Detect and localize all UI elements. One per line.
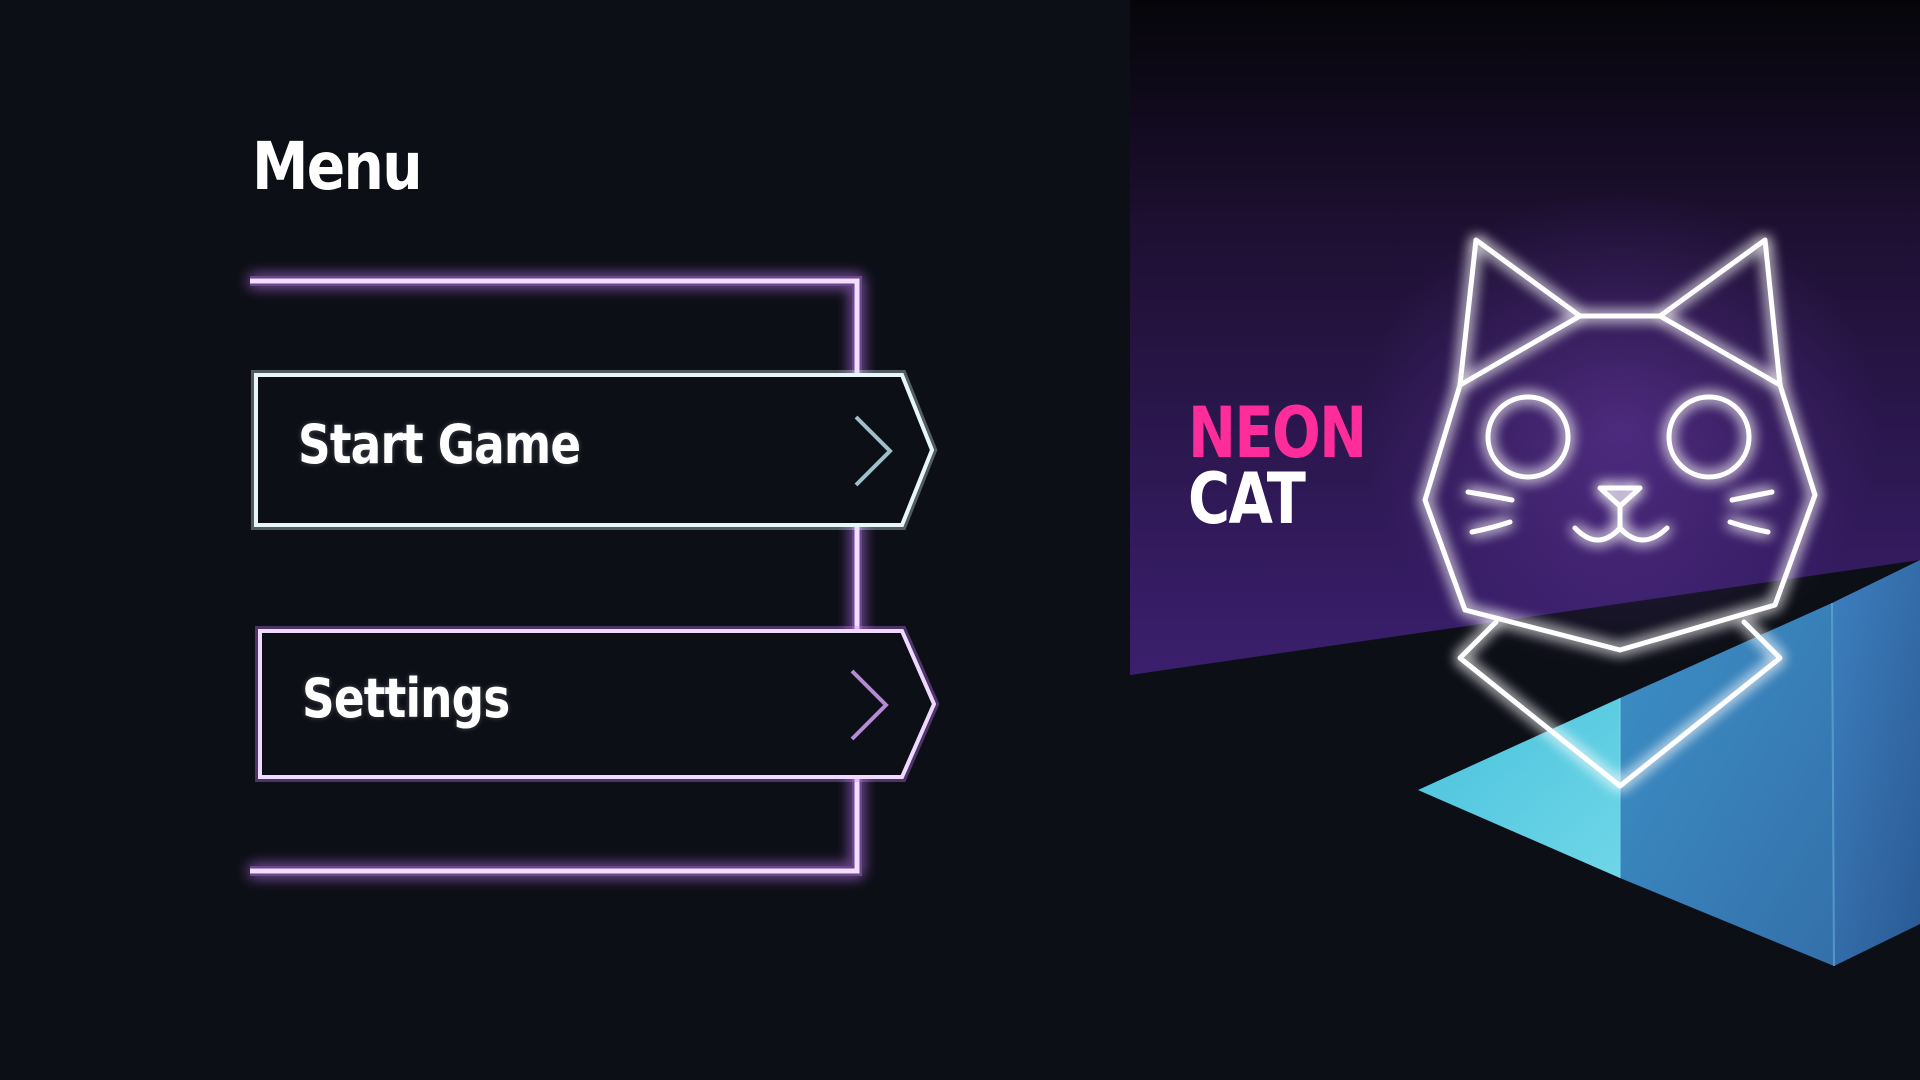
main-menu-screen: Menu Start Game Settings NEON CAT <box>0 0 1920 1080</box>
menu-title: Menu <box>252 128 423 205</box>
logo-line-neon: NEON <box>1188 392 1367 474</box>
cube-face-cyan <box>1418 698 1620 878</box>
start-game-button[interactable]: Start Game <box>251 370 938 530</box>
game-logo: NEON CAT <box>1188 392 1367 540</box>
settings-button[interactable]: Settings <box>255 626 940 782</box>
start-game-label: Start Game <box>298 413 581 476</box>
cube-face-side <box>1832 560 1920 966</box>
settings-label: Settings <box>302 667 510 730</box>
logo-line-cat: CAT <box>1188 458 1306 540</box>
